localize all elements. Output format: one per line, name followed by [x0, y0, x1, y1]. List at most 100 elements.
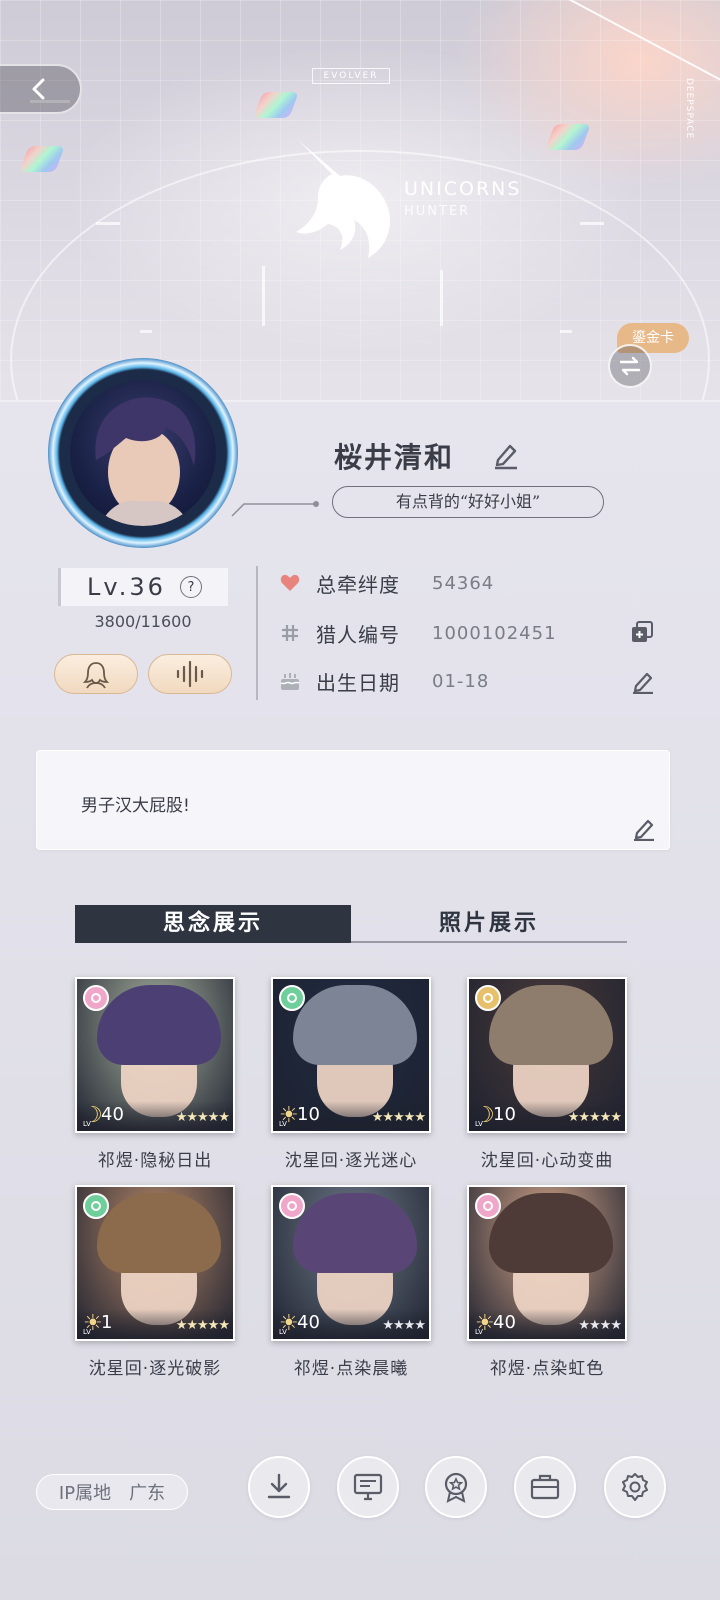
level-text: Lv.36	[87, 573, 166, 601]
card-lv-tag: LV	[279, 1328, 287, 1336]
avatar-portrait	[70, 380, 216, 526]
card-stars: ★★★★★	[175, 1110, 230, 1125]
swap-icon	[619, 356, 641, 376]
card-stars: ★★★★★	[371, 1110, 426, 1125]
banner-tick	[262, 266, 265, 326]
tab-photo-display[interactable]: 照片展示	[351, 905, 627, 941]
medal-icon	[444, 1472, 468, 1503]
back-button[interactable]	[0, 64, 82, 114]
card-hair	[489, 1193, 613, 1273]
memory-card[interactable]: ☀ LV 1 ★★★★★	[75, 1185, 235, 1341]
stat-value: 01-18	[432, 670, 490, 692]
switch-banner-button[interactable]	[608, 344, 652, 388]
stats-divider	[256, 566, 258, 700]
stat-value: 54364	[432, 572, 495, 594]
memory-card-title: 沈星回·逐光破影	[88, 1359, 222, 1379]
card-hair	[97, 1193, 221, 1273]
edit-bio-pencil-icon[interactable]	[631, 815, 657, 841]
memory-card[interactable]: ☀ LV 40 ★★★★	[271, 1185, 431, 1341]
card-stars: ★★★★	[382, 1318, 426, 1333]
card-level: 40	[297, 1312, 320, 1333]
stat-row-bond: 总牵绊度 54364	[278, 568, 494, 598]
edit-birthday-pencil-icon[interactable]	[630, 668, 656, 694]
rarity-badge-icon	[475, 1193, 501, 1219]
monitor-icon	[353, 1473, 383, 1501]
settings-button[interactable]	[604, 1456, 666, 1518]
bio-text: 男子汉大屁股!	[81, 796, 190, 816]
card-hair	[293, 985, 417, 1065]
card-lv-tag: LV	[475, 1120, 483, 1128]
stat-row-birthday: 出生日期 01-18	[278, 666, 489, 696]
card-hair	[97, 985, 221, 1065]
download-button[interactable]	[248, 1456, 310, 1518]
evolver-tag: EVOLVER	[312, 68, 390, 84]
avatar[interactable]	[48, 358, 238, 548]
woman-silhouette-icon	[82, 662, 110, 689]
download-icon	[267, 1473, 291, 1499]
memory-card-title: 祁煜·点染虹色	[489, 1359, 605, 1379]
card-stars: ★★★★	[578, 1318, 622, 1333]
signature-connector	[231, 501, 319, 517]
unicorn-logo-icon	[296, 140, 390, 258]
player-name: 桜井清和	[334, 441, 455, 474]
exp-progress-text: 3800/11600	[94, 612, 192, 631]
memory-card-title: 沈星回·心动变曲	[480, 1151, 614, 1171]
card-hair	[489, 985, 613, 1065]
memory-card[interactable]: ☽ LV 40 ★★★★★	[75, 977, 235, 1133]
stat-row-hunter-id: 猎人编号 1000102451	[278, 618, 557, 648]
stat-label: 猎人编号	[316, 622, 400, 647]
chevron-left-icon	[32, 78, 45, 100]
ip-location: IP属地 广东	[36, 1474, 188, 1510]
achievement-button[interactable]	[425, 1456, 487, 1518]
card-level: 1	[101, 1312, 113, 1333]
hash-icon	[278, 624, 302, 642]
memory-card[interactable]: ☀ LV 40 ★★★★	[467, 1185, 627, 1341]
rarity-badge-icon	[83, 1193, 109, 1219]
rarity-badge-icon	[83, 985, 109, 1011]
profile-banner: EVOLVER DEEPSPACE UNICORNS HUNTER	[0, 0, 720, 402]
memory-card[interactable]: ☀ LV 10 ★★★★★	[271, 977, 431, 1133]
player-signature[interactable]: 有点背的“好好小姐”	[332, 486, 604, 518]
cake-icon	[278, 671, 302, 691]
tab-memory-display[interactable]: 思念展示	[75, 905, 351, 943]
stat-label: 出生日期	[316, 670, 400, 695]
banner-tick	[96, 222, 120, 225]
card-level: 10	[297, 1104, 320, 1125]
card-lv-tag: LV	[83, 1328, 91, 1336]
display-settings-button[interactable]	[337, 1456, 399, 1518]
gear-icon	[622, 1473, 648, 1501]
memory-card-title: 祁煜·隐秘日出	[97, 1151, 213, 1171]
memory-card-title: 祁煜·点染晨曦	[293, 1359, 409, 1379]
portrait-button[interactable]	[54, 654, 138, 694]
card-level: 40	[101, 1104, 124, 1125]
ip-value: 广东	[129, 1483, 166, 1504]
copy-icon[interactable]	[630, 620, 654, 644]
voice-wave-icon	[176, 660, 204, 688]
logo-subtitle: HUNTER	[404, 204, 471, 219]
memory-card[interactable]: ☽ LV 10 ★★★★★	[467, 977, 627, 1133]
banner-tick	[580, 222, 604, 225]
card-level: 10	[493, 1104, 516, 1125]
memory-card-title: 沈星回·逐光迷心	[284, 1151, 418, 1171]
bio-box[interactable]: 男子汉大屁股!	[36, 750, 670, 850]
level-display: Lv.36 ?	[58, 568, 228, 606]
banner-tick	[560, 330, 572, 333]
portrait-illustration	[95, 397, 196, 526]
edit-name-pencil-icon[interactable]	[492, 440, 520, 470]
ip-label: IP属地	[58, 1483, 112, 1504]
rarity-badge-icon	[279, 1193, 305, 1219]
stat-value: 1000102451	[432, 622, 557, 644]
voice-button[interactable]	[148, 654, 232, 694]
logo-title: UNICORNS	[404, 178, 522, 200]
card-stars: ★★★★★	[567, 1110, 622, 1125]
card-lv-tag: LV	[475, 1328, 483, 1336]
briefcase-icon	[530, 1474, 560, 1500]
inventory-button[interactable]	[514, 1456, 576, 1518]
card-lv-tag: LV	[279, 1120, 287, 1128]
card-lv-tag: LV	[83, 1120, 91, 1128]
help-icon[interactable]: ?	[179, 576, 202, 598]
rarity-badge-icon	[475, 985, 501, 1011]
card-stars: ★★★★★	[175, 1318, 230, 1333]
banner-tick	[440, 270, 443, 326]
card-level: 40	[493, 1312, 516, 1333]
